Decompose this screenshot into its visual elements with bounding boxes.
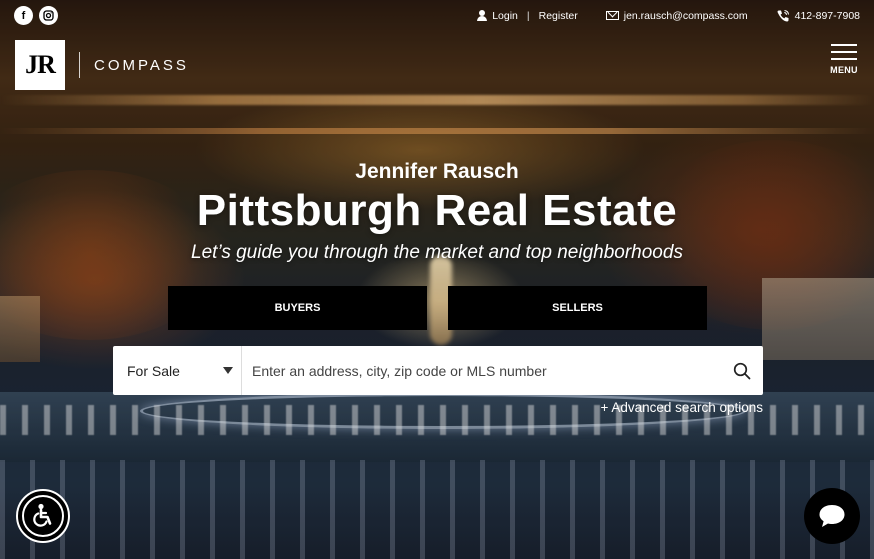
- search-bar: For Sale: [113, 346, 763, 395]
- instagram-icon[interactable]: [39, 6, 58, 25]
- search-button[interactable]: [721, 346, 763, 395]
- phone-link[interactable]: 412-897-7908: [776, 9, 860, 23]
- instagram-glyph: [43, 10, 54, 21]
- menu-label: MENU: [830, 65, 858, 75]
- search-input[interactable]: [242, 346, 721, 395]
- facebook-glyph: f: [21, 9, 26, 22]
- login-separator: |: [526, 9, 530, 22]
- email-link[interactable]: jen.rausch@compass.com: [605, 9, 748, 22]
- sellers-button[interactable]: SELLERS: [448, 286, 707, 330]
- site-logo[interactable]: JR COMPASS: [15, 40, 189, 90]
- mail-icon: [605, 11, 619, 20]
- logo-divider: [79, 52, 80, 78]
- hamburger-icon: [829, 44, 859, 60]
- register-label: Register: [538, 9, 578, 22]
- caret-down-icon: [223, 367, 233, 374]
- accessibility-icon: [22, 495, 64, 537]
- phone-label: 412-897-7908: [794, 9, 860, 22]
- user-icon: [477, 10, 488, 21]
- accessibility-button[interactable]: [16, 489, 70, 543]
- top-bar: Login | Register jen.rausch@compass.com …: [477, 6, 860, 25]
- listing-type-select[interactable]: For Sale: [113, 346, 242, 395]
- advanced-search-link[interactable]: + Advanced search options: [601, 400, 764, 415]
- social-links: f: [14, 6, 58, 25]
- facebook-icon[interactable]: f: [14, 6, 33, 25]
- chat-icon: [819, 505, 845, 527]
- logo-brand: COMPASS: [94, 56, 189, 74]
- hero-tagline: Let’s guide you through the market and t…: [191, 242, 683, 263]
- wheelchair-glyph: [33, 503, 52, 527]
- listing-type-value: For Sale: [127, 362, 180, 379]
- email-label: jen.rausch@compass.com: [623, 9, 748, 22]
- login-label: Login: [492, 9, 518, 22]
- chat-button[interactable]: [804, 488, 860, 544]
- page-title: Pittsburgh Real Estate: [196, 186, 678, 235]
- login-link[interactable]: Login: [477, 10, 518, 22]
- phone-icon: [777, 9, 789, 21]
- menu-button[interactable]: MENU: [829, 44, 859, 75]
- logo-initials: JR: [15, 40, 65, 90]
- agent-name: Jennifer Rausch: [355, 160, 519, 183]
- buyers-button[interactable]: BUYERS: [168, 286, 427, 330]
- register-link[interactable]: Register: [539, 10, 578, 22]
- search-icon: [733, 362, 751, 379]
